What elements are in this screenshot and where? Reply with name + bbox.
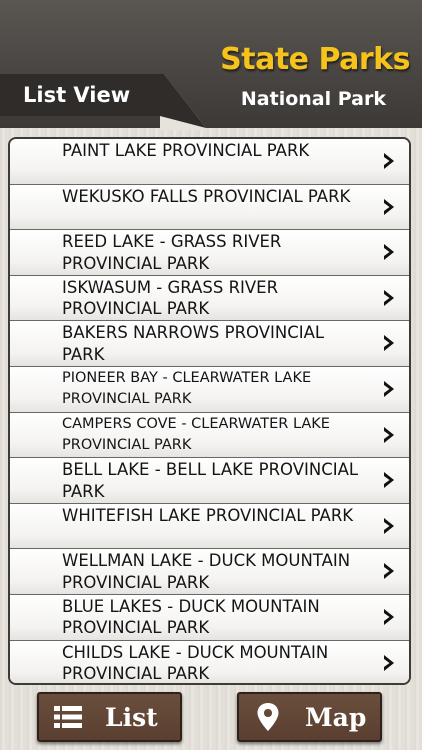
parks-list: PAINT LAKE PROVINCIAL PARK WEKUSKO FALLS…	[8, 137, 411, 685]
list-button-label: List	[105, 702, 158, 732]
list-item[interactable]: PIONEER BAY - CLEARWATER LAKE PROVINCIAL…	[10, 366, 409, 413]
chevron-right-icon	[384, 289, 394, 306]
chevron-right-icon	[384, 563, 394, 580]
chevron-right-icon	[384, 426, 394, 443]
list-button[interactable]: List	[37, 692, 182, 742]
park-name: BAKERS NARROWS PROVINCIAL PARK	[62, 323, 325, 364]
park-name: CAMPERS COVE - CLEARWATER LAKE PROVINCIA…	[62, 415, 330, 453]
park-name: BELL LAKE - BELL LAKE PROVINCIAL PARK	[62, 460, 359, 501]
list-item[interactable]: BAKERS NARROWS PROVINCIAL PARK	[10, 321, 409, 367]
app-subtitle: National Park	[240, 88, 386, 110]
park-name: REED LAKE - GRASS RIVER PROVINCIAL PARK	[62, 232, 282, 273]
chevron-right-icon	[384, 472, 394, 489]
park-name: PAINT LAKE PROVINCIAL PARK	[62, 141, 310, 160]
park-name: ISKWASUM - GRASS RIVER PROVINCIAL PARK	[62, 277, 279, 319]
list-item[interactable]: PAINT LAKE PROVINCIAL PARK	[10, 139, 409, 185]
park-name: CHILDS LAKE - DUCK MOUNTAIN PROVINCIAL P…	[62, 642, 329, 684]
chevron-right-icon	[384, 608, 394, 625]
chevron-right-icon	[384, 380, 394, 397]
map-pin-icon	[257, 703, 279, 731]
map-button[interactable]: Map	[237, 692, 382, 742]
park-name: PIONEER BAY - CLEARWATER LAKE PROVINCIAL…	[62, 369, 312, 407]
list-item[interactable]: CHILDS LAKE - DUCK MOUNTAIN PROVINCIAL P…	[10, 640, 409, 684]
list-view-tab[interactable]: List View	[0, 74, 162, 116]
chevron-right-icon	[384, 517, 394, 534]
chevron-right-icon	[384, 654, 394, 671]
list-item[interactable]: WHITEFISH LAKE PROVINCIAL PARK	[10, 503, 409, 550]
chevron-right-icon	[384, 153, 394, 169]
map-button-label: Map	[305, 702, 367, 732]
park-name: WEKUSKO FALLS PROVINCIAL PARK	[62, 186, 351, 206]
app-title: State Parks	[220, 42, 410, 77]
chevron-right-icon	[384, 335, 394, 352]
chevron-right-icon	[384, 198, 394, 215]
list-icon	[54, 706, 82, 728]
list-item[interactable]: BLUE LAKES - DUCK MOUNTAIN PROVINCIAL PA…	[10, 594, 409, 641]
list-item[interactable]: REED LAKE - GRASS RIVER PROVINCIAL PARK	[10, 230, 409, 276]
park-name: BLUE LAKES - DUCK MOUNTAIN PROVINCIAL PA…	[62, 596, 320, 638]
list-item[interactable]: BELL LAKE - BELL LAKE PROVINCIAL PARK	[10, 458, 409, 504]
park-name: WHITEFISH LAKE PROVINCIAL PARK	[62, 505, 354, 525]
park-name: WELLMAN LAKE - DUCK MOUNTAIN PROVINCIAL …	[62, 551, 351, 592]
header-tab-edge	[160, 74, 206, 130]
list-item[interactable]: WEKUSKO FALLS PROVINCIAL PARK	[10, 184, 409, 231]
list-item[interactable]: ISKWASUM - GRASS RIVER PROVINCIAL PARK	[10, 275, 409, 322]
list-item[interactable]: WELLMAN LAKE - DUCK MOUNTAIN PROVINCIAL …	[10, 549, 409, 595]
list-item[interactable]: CAMPERS COVE - CLEARWATER LAKE PROVINCIA…	[10, 412, 409, 459]
chevron-right-icon	[384, 244, 394, 261]
